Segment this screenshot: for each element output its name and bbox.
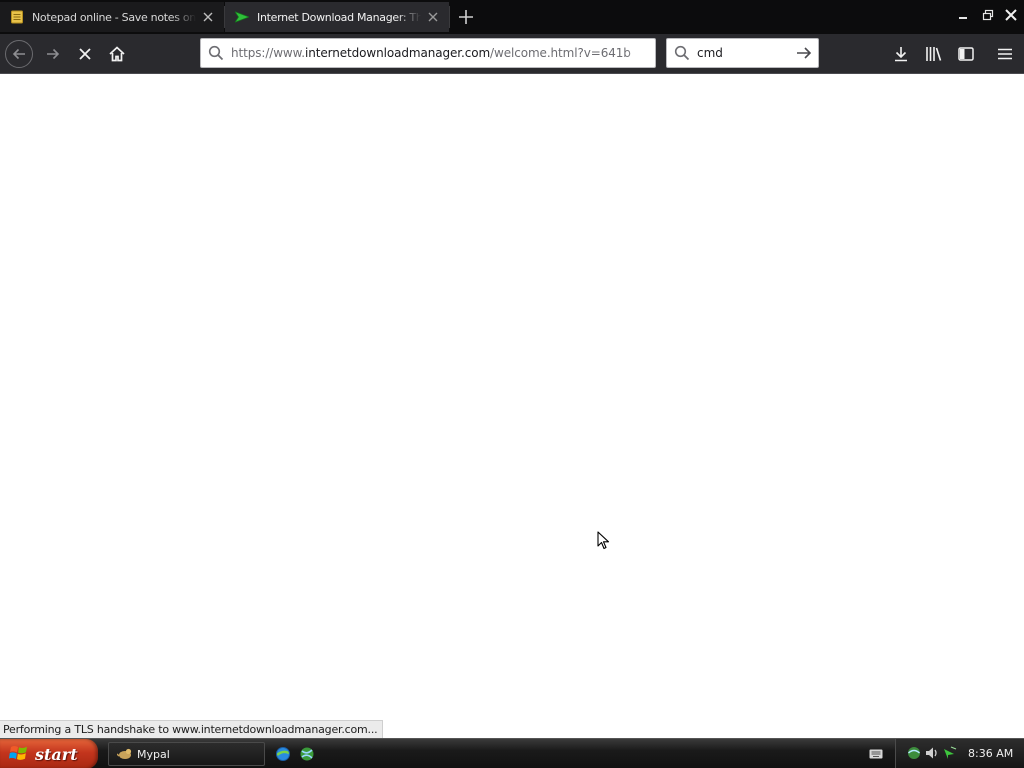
search-go-button[interactable] xyxy=(790,39,818,67)
start-label: start xyxy=(35,744,78,764)
sidebar-icon xyxy=(958,47,974,61)
taskbar-clock[interactable]: 8:36 AM xyxy=(968,747,1013,760)
search-icon xyxy=(667,39,697,67)
address-bar[interactable]: https://www.internetdownloadmanager.com/… xyxy=(200,38,656,68)
arrow-right-icon xyxy=(797,47,812,59)
library-icon xyxy=(926,47,942,61)
taskbar-window-label: Mypal xyxy=(137,747,170,761)
network-globe-icon[interactable] xyxy=(906,745,922,761)
search-icon xyxy=(201,39,231,67)
back-icon xyxy=(12,48,25,60)
menu-button[interactable] xyxy=(991,40,1019,68)
idm-icon xyxy=(235,10,249,24)
windows-logo-icon xyxy=(9,744,29,765)
mypal-icon xyxy=(117,746,133,762)
tab-notepad[interactable]: Notepad online - Save notes online xyxy=(0,2,224,32)
close-tab-icon[interactable] xyxy=(425,9,441,25)
menu-icon xyxy=(998,48,1012,60)
minimize-icon xyxy=(959,17,967,19)
close-tab-icon[interactable] xyxy=(200,9,216,25)
keyboard-layout-icon[interactable] xyxy=(869,748,883,760)
back-button[interactable] xyxy=(5,40,33,68)
page-content xyxy=(0,75,1024,738)
stop-button[interactable] xyxy=(71,40,99,68)
quick-launch-globe-icon[interactable] xyxy=(298,745,316,763)
tab-idm[interactable]: Internet Download Manager: The fastest d… xyxy=(225,2,449,32)
stop-icon xyxy=(79,48,91,60)
system-tray: 8:36 AM xyxy=(895,739,1024,768)
downloads-icon xyxy=(895,47,907,62)
url-path: /welcome.html?v=641b xyxy=(490,46,631,60)
url-text[interactable]: https://www.internetdownloadmanager.com/… xyxy=(231,46,655,60)
volume-icon[interactable] xyxy=(924,745,940,761)
tab-strip: Notepad online - Save notes online Inter… xyxy=(0,0,1024,34)
mouse-cursor-icon xyxy=(597,531,611,551)
forward-icon xyxy=(47,48,60,60)
notepad-icon xyxy=(10,10,24,24)
navigation-toolbar: https://www.internetdownloadmanager.com/… xyxy=(0,34,1024,74)
restore-button[interactable] xyxy=(977,4,999,26)
taskbar-window-mypal[interactable]: Mypal xyxy=(108,742,265,766)
search-input[interactable] xyxy=(697,46,790,60)
restore-icon xyxy=(982,9,994,21)
sidebar-button[interactable] xyxy=(952,40,980,68)
home-button[interactable] xyxy=(103,40,131,68)
start-button[interactable]: start xyxy=(0,739,98,768)
tab-title: Internet Download Manager: The fastest d… xyxy=(257,10,421,24)
forward-button[interactable] xyxy=(39,40,67,68)
new-tab-button[interactable] xyxy=(454,5,478,29)
quick-launch-browser-icon[interactable] xyxy=(274,745,292,763)
tab-separator xyxy=(449,6,450,28)
search-bar[interactable] xyxy=(666,38,819,68)
tab-title: Notepad online - Save notes online xyxy=(32,10,196,24)
url-prefix: https://www. xyxy=(231,46,305,60)
downloads-button[interactable] xyxy=(887,40,915,68)
home-icon xyxy=(109,46,125,62)
minimize-button[interactable] xyxy=(952,4,974,26)
library-button[interactable] xyxy=(920,40,948,68)
status-panel: Performing a TLS handshake to www.intern… xyxy=(0,720,384,738)
taskbar: start Mypal 8:36 AM xyxy=(0,738,1024,768)
close-icon xyxy=(1005,9,1017,21)
url-host: internetdownloadmanager.com xyxy=(304,46,491,60)
plus-icon xyxy=(459,10,473,24)
close-window-button[interactable] xyxy=(1000,4,1022,26)
idm-tray-icon[interactable] xyxy=(942,745,958,761)
